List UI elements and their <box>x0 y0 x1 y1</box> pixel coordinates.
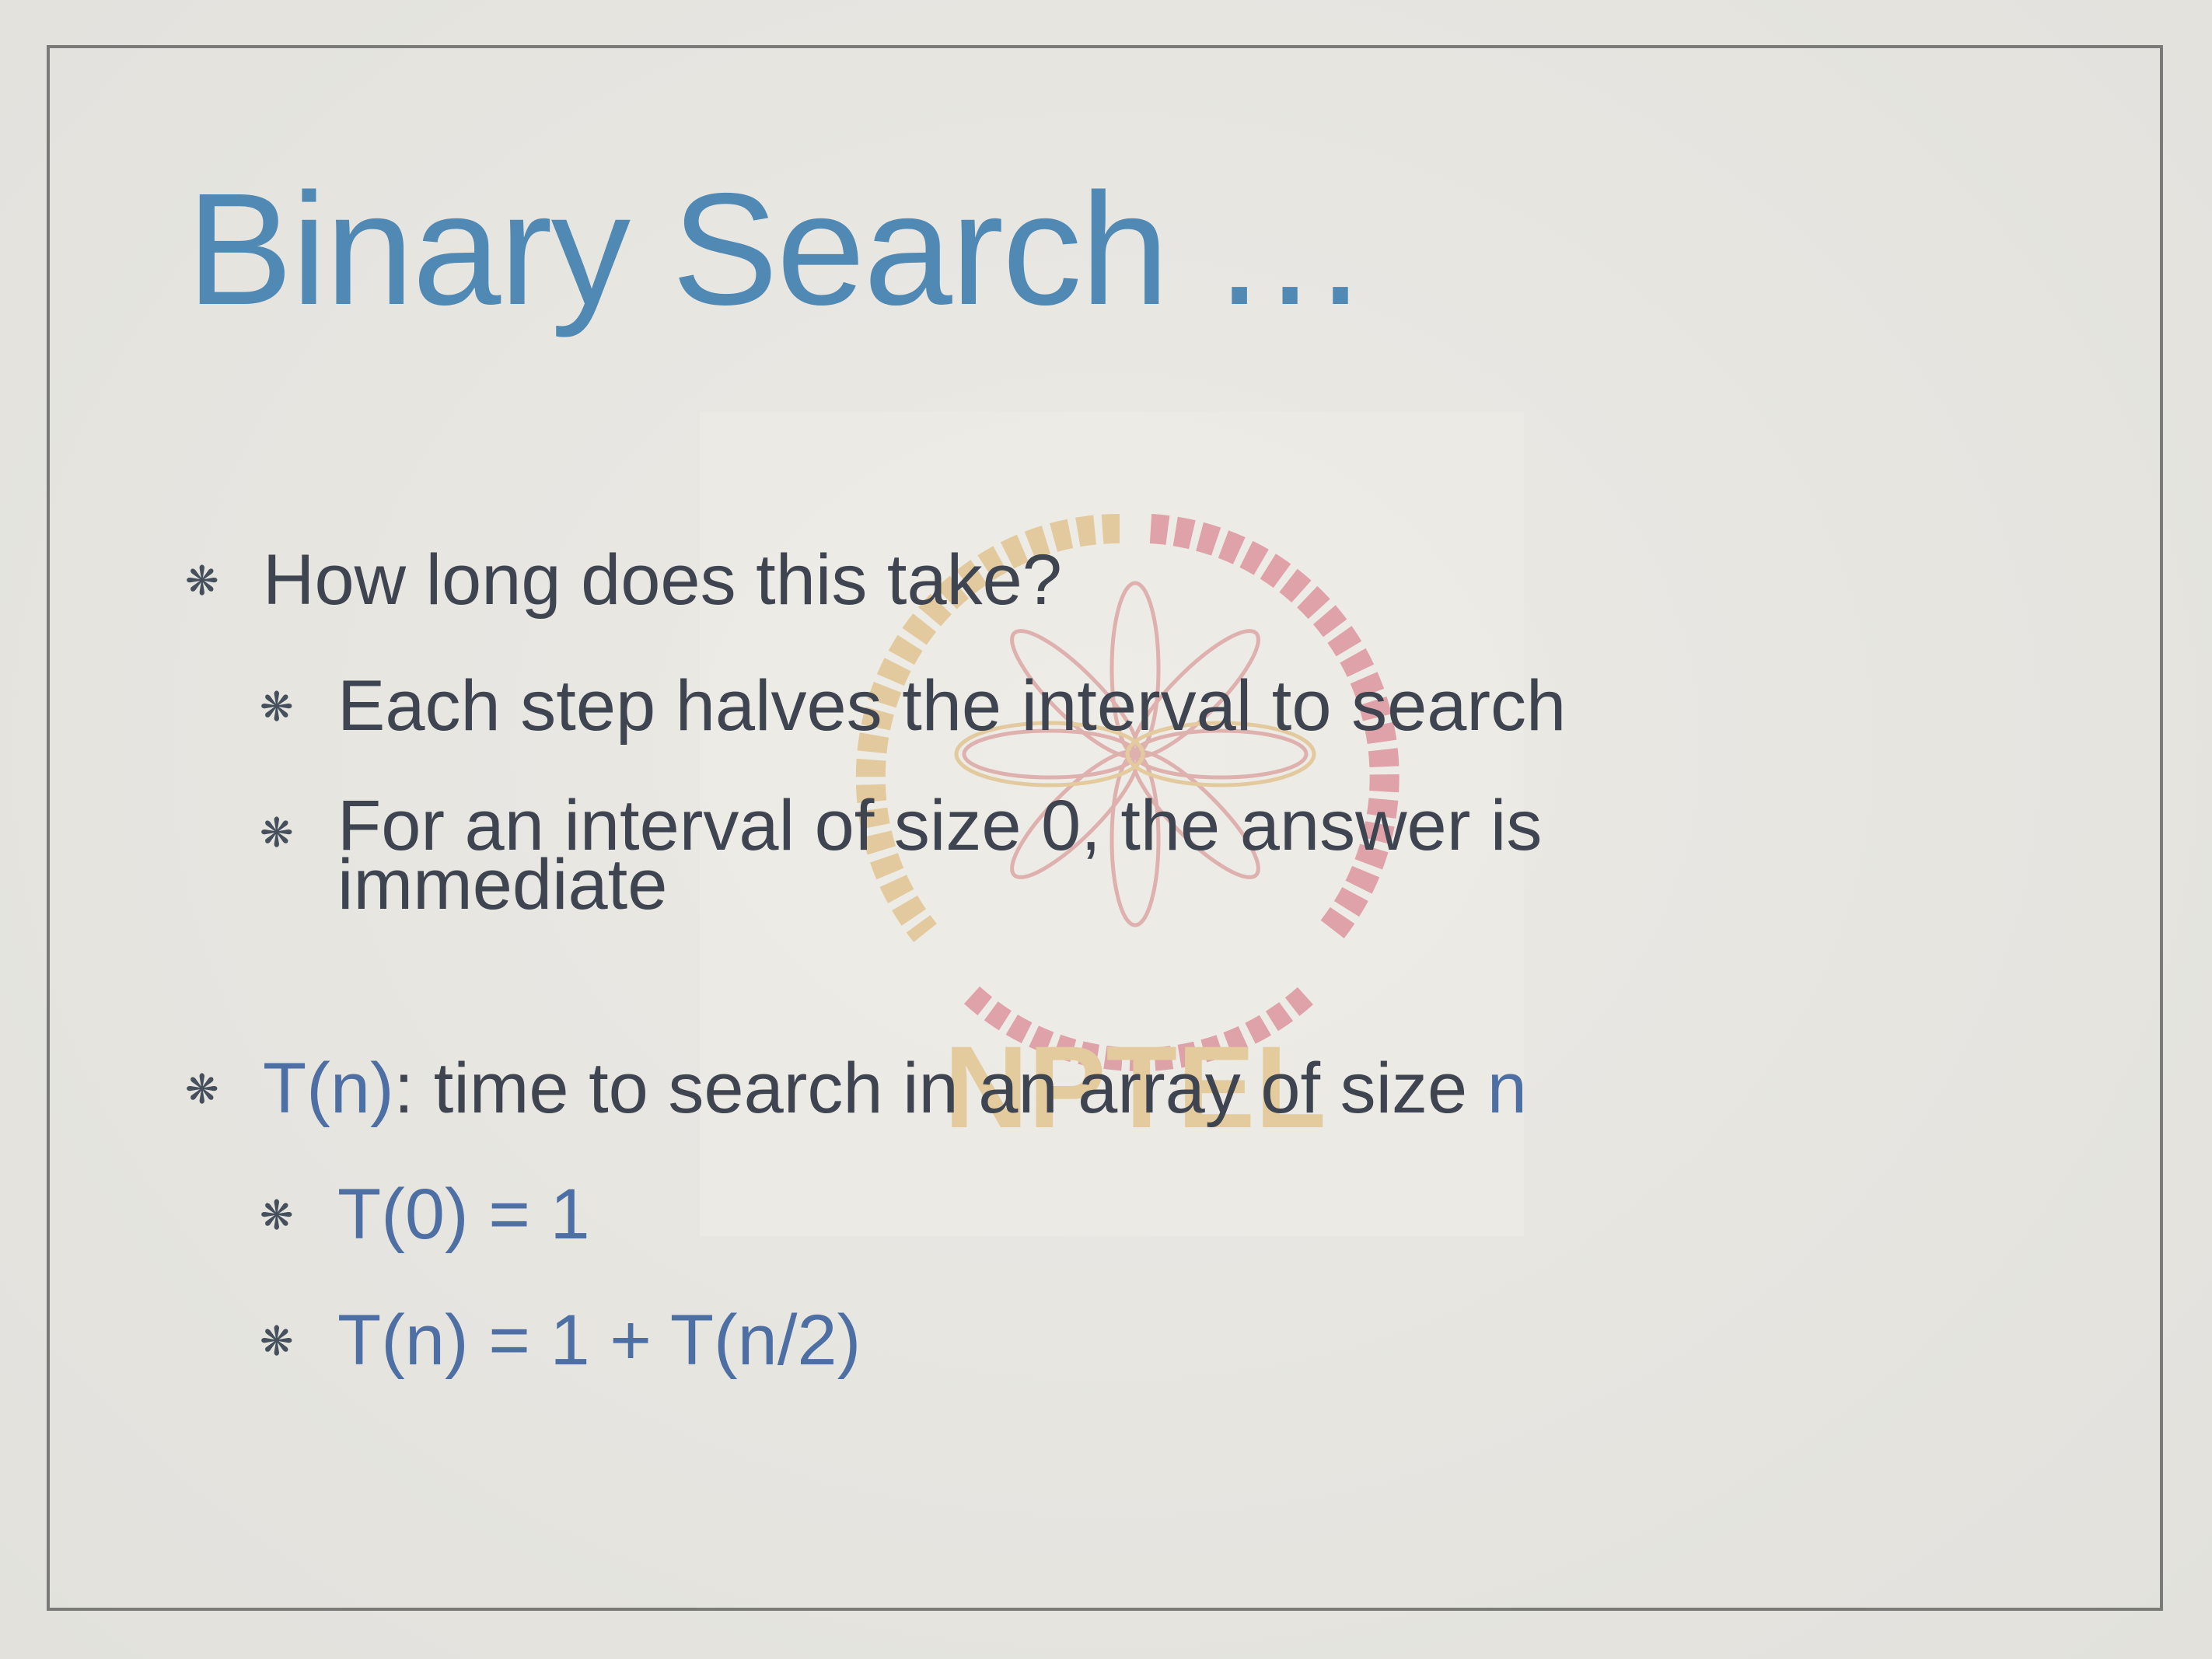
math-term: T(n) <box>263 1049 394 1128</box>
bullet-item: ❋ T(n): time to search in an array of si… <box>185 1053 1527 1124</box>
slide-title: Binary Search … <box>187 160 1370 338</box>
bullet-text: How long does this take? <box>263 540 1062 620</box>
math-equation: T(n) = 1 + T(n/2) <box>337 1301 861 1380</box>
sub-bullet-item: ❋ For an interval of size 0, the answer … <box>260 790 1815 920</box>
sub-bullet-item: ❋ Each step halves the interval to searc… <box>260 670 1566 742</box>
bullet-marker-icon: ❋ <box>260 811 294 856</box>
math-equation: T(0) = 1 <box>337 1175 590 1254</box>
slide: NPTEL Binary Search … ❋ How long does th… <box>0 0 2212 1659</box>
math-term: n <box>1487 1049 1527 1128</box>
bullet-item: ❋ How long does this take? <box>185 544 1062 616</box>
bullet-marker-icon: ❋ <box>260 685 294 730</box>
bullet-text: For an interval of size 0, the answer is… <box>337 786 1543 924</box>
sub-bullet-item: ❋ T(0) = 1 <box>260 1179 590 1250</box>
bullet-marker-icon: ❋ <box>185 559 219 604</box>
bullet-marker-icon: ❋ <box>260 1319 294 1364</box>
sub-bullet-item: ❋ T(n) = 1 + T(n/2) <box>260 1304 861 1376</box>
bullet-text: Each step halves the interval to search <box>337 666 1567 746</box>
bullet-marker-icon: ❋ <box>185 1067 219 1112</box>
bullet-text: : time to search in an array of size <box>393 1049 1487 1128</box>
bullet-marker-icon: ❋ <box>260 1193 294 1238</box>
